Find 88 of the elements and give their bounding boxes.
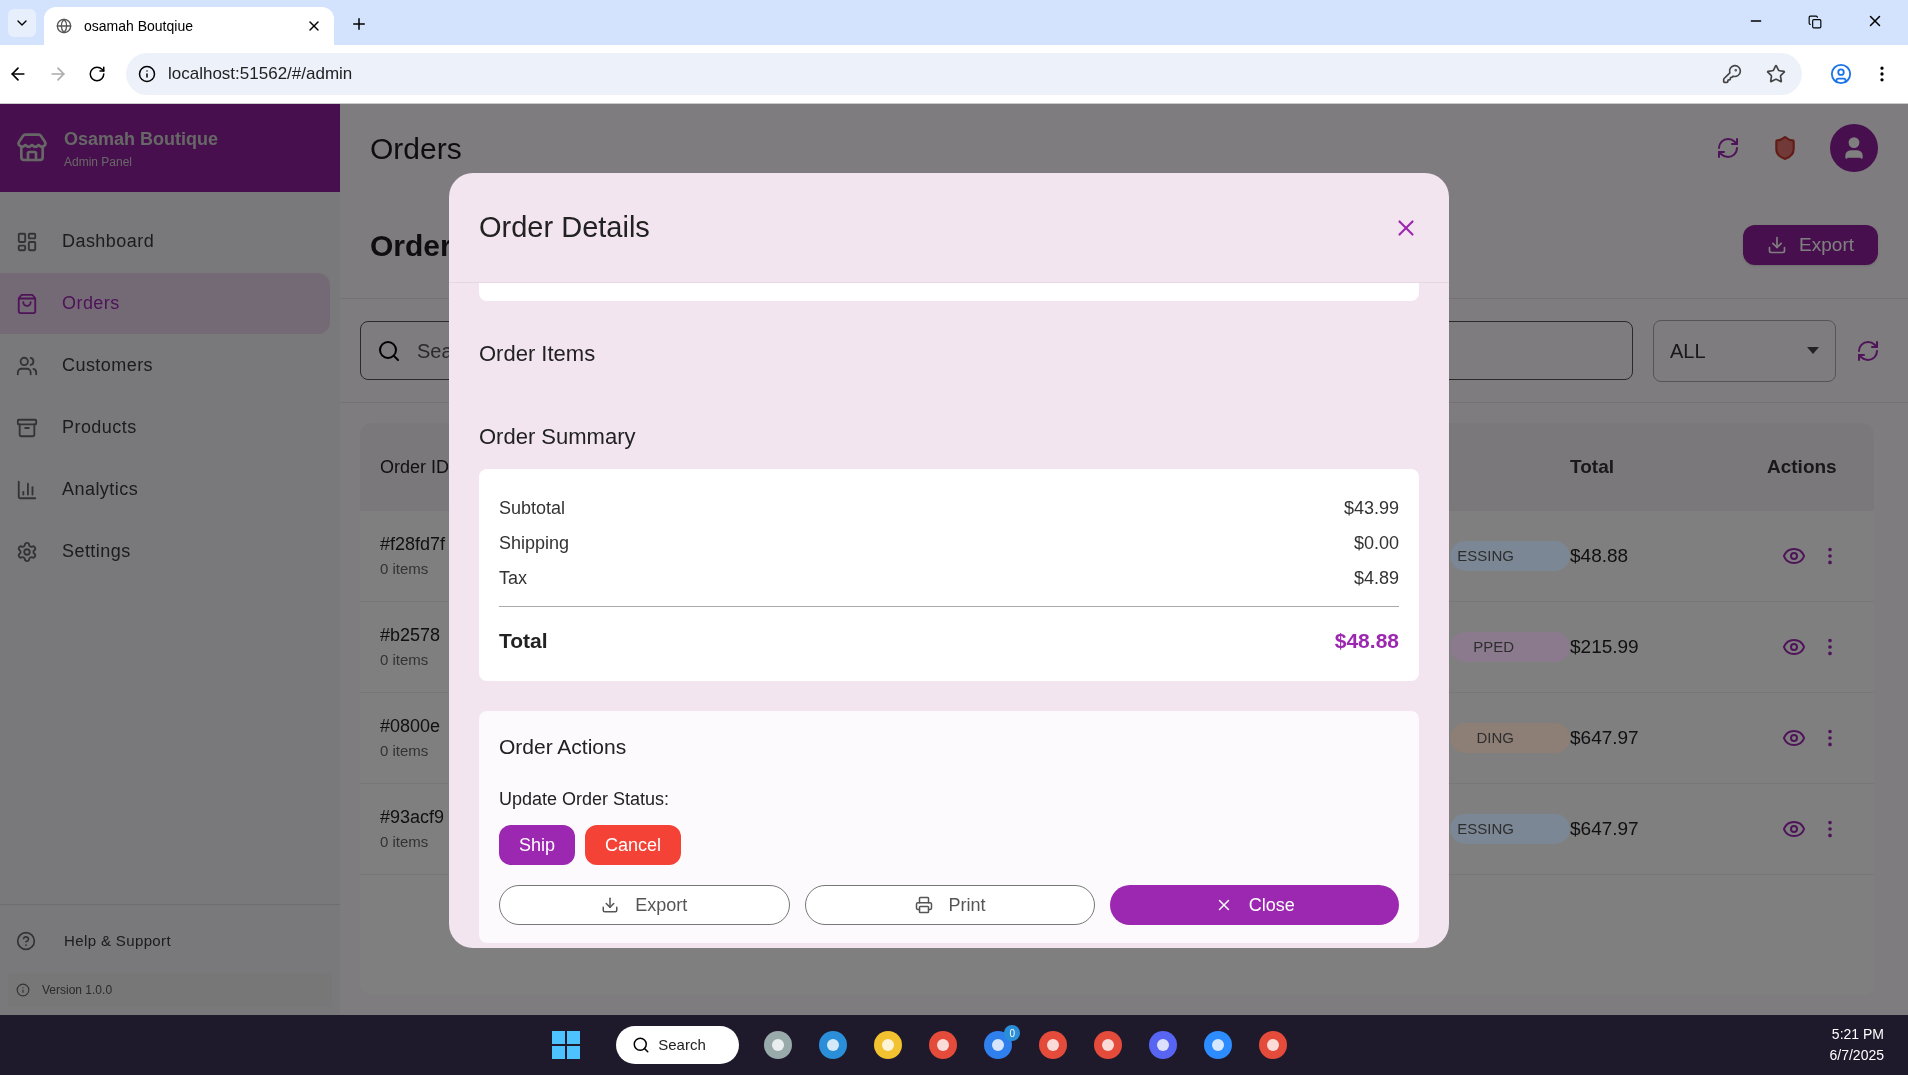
store-icon (16, 132, 48, 164)
order-total: $647.97 (1570, 816, 1640, 841)
url-text: localhost:51562/#/admin (168, 63, 353, 86)
clock-time: 5:21 PM (1831, 1025, 1884, 1044)
item-count: 0 items (380, 559, 429, 580)
sidebar-item[interactable]: Customers (0, 335, 330, 396)
sidebar-item[interactable]: Products (0, 397, 330, 458)
summary-value: $43.99 (1343, 497, 1399, 520)
new-tab-icon[interactable] (350, 15, 368, 33)
summary-value: $0.00 (1353, 532, 1399, 555)
status-chip: DING (1450, 723, 1570, 753)
settings-icon (16, 540, 38, 563)
column-header: Total (1570, 454, 1615, 479)
refresh-icon[interactable] (1856, 338, 1880, 363)
item-count: 0 items (380, 741, 429, 762)
order-id: #0800e (380, 715, 441, 739)
sidebar-item[interactable]: Settings (0, 521, 330, 582)
order-total: $215.99 (1570, 634, 1640, 659)
help-link[interactable]: Help & Support (16, 921, 324, 961)
column-header: Order ID (380, 455, 449, 479)
dialog-title: Order Details (479, 209, 651, 245)
dialog-button[interactable]: Print (804, 885, 1096, 925)
brand-name: Osamah Boutique (64, 127, 219, 151)
shield-icon[interactable] (1772, 135, 1798, 161)
dialog-button[interactable]: Close (1110, 885, 1399, 925)
status-chip: PPED (1450, 632, 1570, 662)
search-icon (632, 1036, 651, 1054)
refresh-icon[interactable] (1716, 136, 1740, 160)
site-info-icon[interactable] (138, 65, 156, 83)
brand-subtitle: Admin Panel (64, 153, 134, 171)
notification-badge: 0 (1004, 1025, 1021, 1041)
help-icon (16, 931, 36, 951)
summary-label: Subtotal (499, 497, 566, 520)
section-heading: Order Actions (499, 733, 628, 760)
shopping-bag-icon (16, 292, 38, 315)
dialog-button[interactable]: Export (499, 885, 790, 925)
dashboard-icon (16, 230, 38, 253)
version-text: Version 1.0.0 (42, 982, 113, 999)
column-header: Actions (1767, 454, 1837, 479)
status-label: Update Order Status: (499, 788, 671, 811)
globe-icon (56, 18, 72, 34)
status-chip: ESSING (1450, 541, 1570, 571)
download-icon (601, 896, 620, 914)
order-total: $647.97 (1570, 725, 1640, 750)
status-button[interactable]: Cancel (585, 825, 682, 865)
order-id: #93acf9 (380, 806, 445, 830)
summary-label: Tax (499, 567, 527, 590)
export-button[interactable]: Export (1743, 225, 1878, 265)
section-heading: Order Items (479, 340, 597, 368)
summary-label: Shipping (499, 532, 570, 555)
star-icon[interactable] (1766, 64, 1786, 84)
order-id: #f28fd7f (380, 533, 446, 557)
item-count: 0 items (380, 650, 429, 671)
summary-value: $4.89 (1353, 567, 1399, 590)
printer-icon (914, 896, 933, 914)
order-id: #b2578 (380, 624, 441, 648)
people-icon (16, 354, 38, 377)
bar-chart-icon (16, 478, 38, 501)
order-total: $48.88 (1570, 543, 1630, 568)
tab-title: osamah Boutqiue (84, 16, 194, 36)
info-icon (16, 983, 30, 997)
archive-icon (16, 416, 38, 439)
reload-icon[interactable] (88, 65, 106, 83)
browser-tab[interactable]: osamah Boutqiue (44, 7, 334, 45)
key-icon[interactable] (1722, 64, 1742, 84)
search-icon (377, 338, 401, 363)
profile-icon[interactable] (1830, 63, 1852, 85)
sidebar-item[interactable]: Orders (0, 273, 330, 334)
clock-date: 6/7/2025 (1829, 1046, 1884, 1065)
status-chip: ESSING (1450, 814, 1570, 844)
page-title: Orders (370, 130, 463, 167)
dropdown-caret-icon (1807, 347, 1819, 354)
tab-list-button[interactable] (8, 9, 36, 37)
section-heading: Order Summary (479, 423, 637, 451)
item-count: 0 items (380, 832, 429, 853)
section-title: Order (370, 227, 452, 264)
sidebar-item[interactable]: Dashboard (0, 211, 330, 272)
taskbar-search[interactable]: Search (616, 1026, 740, 1064)
download-icon (1767, 235, 1788, 255)
avatar[interactable] (1830, 124, 1878, 172)
status-dropdown[interactable]: ALL (1653, 319, 1836, 382)
address-bar[interactable]: localhost:51562/#/admin (126, 53, 1802, 95)
sidebar-item[interactable]: Analytics (0, 459, 330, 520)
restore-icon[interactable] (1808, 15, 1822, 29)
total-label: Total (499, 628, 548, 654)
total-value: $48.88 (1334, 628, 1399, 654)
start-icon[interactable] (552, 1031, 581, 1059)
status-button[interactable]: Ship (499, 825, 576, 865)
